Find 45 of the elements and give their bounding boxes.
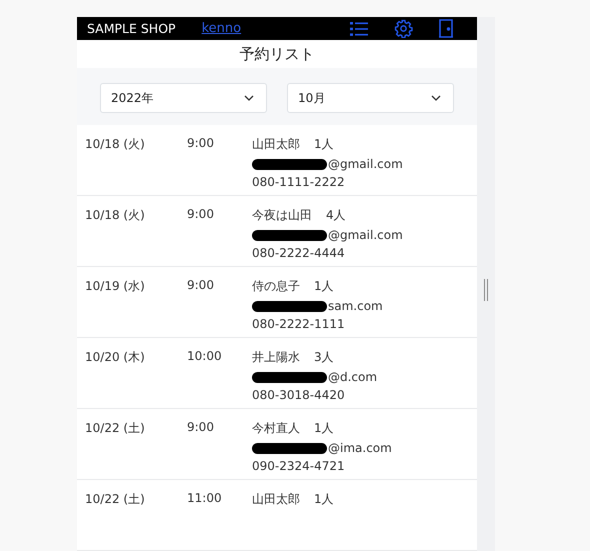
party-size: 3人 (314, 349, 334, 366)
chevron-icon (431, 95, 441, 101)
customer-email: @gmail.com (328, 228, 403, 242)
reservation-time: 9:00 (187, 207, 215, 223)
customer-name: 山田太郎 (252, 491, 300, 508)
customer-email: @ima.com (328, 441, 392, 455)
customer-email: sam.com (328, 299, 383, 313)
customer-email: @gmail.com (328, 157, 403, 171)
customer-name: 侍の息子 (252, 278, 300, 295)
party-size: 1人 (314, 278, 334, 295)
reservation-date: 10/19 (水) (85, 278, 146, 295)
customer-phone: 080-2222-1111 (252, 317, 346, 331)
shop-name: SAMPLE SHOP (87, 21, 176, 36)
settings-icon[interactable] (394, 19, 413, 38)
list-icon[interactable] (350, 22, 368, 36)
party-size: 4人 (326, 207, 346, 224)
customer-email: @d.com (328, 370, 378, 384)
customer-phone: 080-3018-4420 (252, 388, 346, 402)
customer-name: 今夜は山田 (252, 207, 312, 224)
customer-name: 山田太郎 (252, 136, 300, 153)
customer-phone: 090-2324-4721 (252, 459, 346, 473)
customer-phone: 080-2222-4444 (252, 246, 346, 260)
user-link[interactable]: kenno (202, 21, 242, 36)
reservation-date: 10/22 (土) (85, 491, 146, 508)
page-title: 予約リスト (240, 44, 314, 64)
customer-phone: 080-1111-2222 (252, 175, 346, 189)
reservation-time: 9:00 (187, 136, 215, 152)
party-size: 1人 (314, 136, 334, 153)
year-select[interactable]: 2022年 (100, 83, 267, 113)
reservation-time: 10:00 (187, 349, 223, 365)
reservation-date: 10/18 (火) (85, 207, 146, 224)
door-icon[interactable] (439, 19, 453, 38)
reservation-time: 11:00 (187, 491, 223, 507)
party-size: 1人 (314, 420, 334, 437)
reservation-date: 10/20 (木) (85, 349, 146, 366)
customer-name: 井上陽水 (252, 349, 300, 366)
reservation-date: 10/22 (土) (85, 420, 146, 437)
month-select[interactable]: 10月 (287, 83, 454, 113)
reservation-date: 10/18 (火) (85, 136, 146, 153)
party-size: 1人 (314, 491, 334, 508)
reservation-time: 9:00 (187, 278, 215, 294)
reservation-time: 9:00 (187, 420, 215, 436)
chevron-icon (244, 95, 254, 101)
customer-name: 今村直人 (252, 420, 300, 437)
resize-handle[interactable] (484, 279, 488, 301)
